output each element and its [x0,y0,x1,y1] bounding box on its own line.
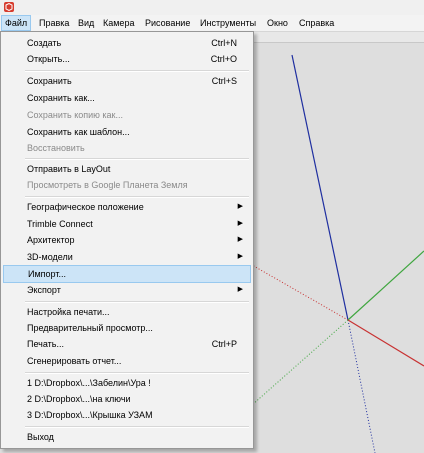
title-bar [0,0,424,15]
menu-separator [25,426,249,428]
menu-item-exit[interactable]: Выход [3,429,251,445]
menu-item-shortcut: Ctrl+P [211,339,237,349]
menu-item-label: 2 D:\Dropbox\...\на ключи [27,394,131,404]
menu-item-recent-1[interactable]: 1 D:\Dropbox\...\Забелин\Ура ! [3,375,251,391]
menu-item-save-as[interactable]: Сохранить как... [3,90,251,106]
menu-item-print[interactable]: Печать... Ctrl+P [3,336,251,352]
menu-item-label: Географическое положение [27,202,144,212]
sketchup-logo-icon [4,2,14,12]
menu-draw[interactable]: Рисование [142,16,193,30]
menu-item-preview-google-earth: Просмотреть в Google Планета Земля [3,177,251,193]
menu-item-recent-3[interactable]: 3 D:\Dropbox\...\Крышка УЗАМ [3,407,251,423]
menu-help[interactable]: Справка [296,16,337,30]
menu-item-shortcut: Ctrl+N [211,38,237,48]
menu-item-label: Сохранить копию как... [27,110,123,120]
menu-separator [25,196,249,198]
submenu-arrow-icon: ▶ [237,286,243,293]
menu-item-label: 3D-модели [27,252,73,262]
menu-item-new[interactable]: Создать Ctrl+N [3,35,251,51]
menu-item-label: Сохранить [27,76,72,86]
menu-item-label: Печать... [27,339,64,349]
menu-item-revert: Восстановить [3,140,251,156]
menu-item-label: Восстановить [27,143,85,153]
menu-separator [25,372,249,374]
menu-item-label: Отправить в LayOut [27,164,111,174]
menu-item-3d-models[interactable]: 3D-модели ▶ [3,249,251,265]
menu-item-label: Импорт... [28,269,66,279]
menu-item-shortcut: Ctrl+O [210,54,237,64]
menu-camera[interactable]: Камера [100,16,137,30]
menu-item-label: Выход [27,432,54,442]
menu-item-label: Сохранить как... [27,93,95,103]
submenu-arrow-icon: ▶ [237,203,243,210]
menu-item-print-setup[interactable]: Настройка печати... [3,304,251,320]
blue-axis-dotted [347,319,376,453]
menu-item-label: Настройка печати... [27,307,110,317]
red-axis [347,319,424,367]
menu-item-label: 1 D:\Dropbox\...\Забелин\Ура ! [27,378,151,388]
submenu-arrow-icon: ▶ [237,236,243,243]
menu-item-label: Просмотреть в Google Планета Земля [27,180,188,190]
file-menu-dropdown: Создать Ctrl+N Открыть... Ctrl+O Сохрани… [0,31,254,449]
menu-item-label: 3 D:\Dropbox\...\Крышка УЗАМ [27,410,153,420]
menu-edit[interactable]: Правка [36,16,72,30]
menu-item-import[interactable]: Импорт... [3,265,251,283]
menu-item-label: Сгенерировать отчет... [27,356,122,366]
menu-item-label: Предварительный просмотр... [27,323,153,333]
menu-item-save-copy-as: Сохранить копию как... [3,107,251,123]
menu-item-geolocation[interactable]: Географическое положение ▶ [3,199,251,215]
green-axis-dotted [251,319,349,406]
menu-window[interactable]: Окно [264,16,291,30]
menu-bar: Файл Правка Вид Камера Рисование Инструм… [0,15,424,32]
green-axis [347,250,424,321]
menu-file[interactable]: Файл [1,15,32,31]
red-axis-dotted [251,264,349,321]
menu-item-export[interactable]: Экспорт ▶ [3,282,251,298]
menu-item-label: Trimble Connect [27,219,93,229]
menu-separator [25,301,249,303]
menu-item-label: Архитектор [27,235,75,245]
menu-view[interactable]: Вид [75,16,97,30]
menu-item-generate-report[interactable]: Сгенерировать отчет... [3,353,251,369]
blue-axis [291,54,349,321]
menu-item-architect[interactable]: Архитектор ▶ [3,232,251,248]
menu-item-shortcut: Ctrl+S [211,76,237,86]
menu-item-send-to-layout[interactable]: Отправить в LayOut [3,161,251,177]
menu-separator [25,70,249,72]
menu-item-save[interactable]: Сохранить Ctrl+S [3,73,251,89]
menu-separator [25,158,249,160]
menu-item-trimble-connect[interactable]: Trimble Connect ▶ [3,216,251,232]
menu-item-label: Открыть... [27,54,70,64]
submenu-arrow-icon: ▶ [237,253,243,260]
menu-item-save-as-template[interactable]: Сохранить как шаблон... [3,124,251,140]
menu-item-open[interactable]: Открыть... Ctrl+O [3,51,251,67]
menu-item-recent-2[interactable]: 2 D:\Dropbox\...\на ключи [3,391,251,407]
menu-item-label: Создать [27,38,62,48]
submenu-arrow-icon: ▶ [237,220,243,227]
menu-tools[interactable]: Инструменты [197,16,259,30]
menu-item-label: Экспорт [27,285,61,295]
menu-item-label: Сохранить как шаблон... [27,127,130,137]
menu-item-print-preview[interactable]: Предварительный просмотр... [3,320,251,336]
